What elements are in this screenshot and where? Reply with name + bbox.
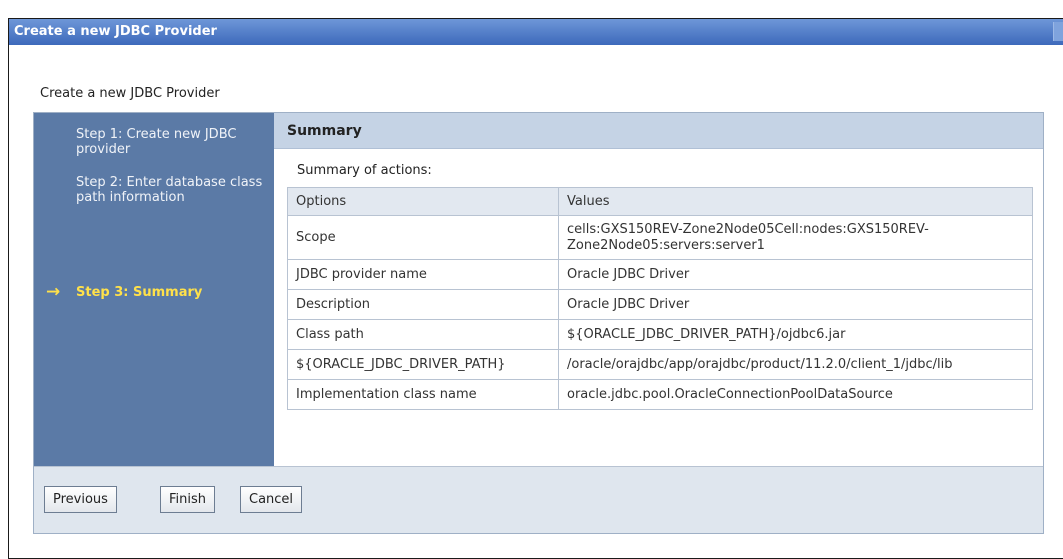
option-cell: Class path	[287, 319, 559, 350]
window-title: Create a new JDBC Provider	[14, 24, 217, 39]
summary-actions-label: Summary of actions:	[297, 163, 432, 178]
summary-title: Summary	[274, 113, 1043, 149]
table-row: Class path ${ORACLE_JDBC_DRIVER_PATH}/oj…	[287, 319, 1033, 350]
summary-table: Options Values Scope cells:GXS150REV-Zon…	[287, 187, 1033, 410]
value-cell: ${ORACLE_JDBC_DRIVER_PATH}/ojdbc6.jar	[558, 319, 1033, 350]
cancel-button[interactable]: Cancel	[240, 486, 303, 513]
value-cell: Oracle JDBC Driver	[558, 289, 1033, 320]
column-header-options: Options	[287, 187, 559, 216]
page-heading: Create a new JDBC Provider	[40, 86, 220, 101]
table-row: ${ORACLE_JDBC_DRIVER_PATH} /oracle/orajd…	[287, 349, 1033, 380]
minimize-icon[interactable]	[1053, 22, 1063, 41]
table-header-row: Options Values	[287, 187, 1033, 216]
summary-panel: Summary Summary of actions: Options Valu…	[274, 113, 1043, 466]
column-header-values: Values	[558, 187, 1033, 216]
wizard-frame: Step 1: Create new JDBC provider Step 2:…	[33, 112, 1044, 534]
step-1-label: Step 1: Create new JDBC provider	[76, 127, 237, 157]
previous-button[interactable]: Previous	[44, 486, 117, 513]
value-cell: Oracle JDBC Driver	[558, 259, 1033, 290]
step-3-label: Step 3: Summary	[76, 285, 203, 300]
value-cell: /oracle/orajdbc/app/orajdbc/product/11.2…	[558, 349, 1033, 380]
option-cell: ${ORACLE_JDBC_DRIVER_PATH}	[287, 349, 559, 380]
table-row: Scope cells:GXS150REV-Zone2Node05Cell:no…	[287, 215, 1033, 260]
option-cell: JDBC provider name	[287, 259, 559, 290]
table-row: Description Oracle JDBC Driver	[287, 289, 1033, 320]
steps-panel: Step 1: Create new JDBC provider Step 2:…	[34, 113, 274, 466]
option-cell: Scope	[287, 215, 559, 260]
wizard-window: Create a new JDBC Provider Create a new …	[8, 18, 1063, 559]
window-title-bar: Create a new JDBC Provider	[9, 19, 1063, 45]
option-cell: Description	[287, 289, 559, 320]
button-bar: Previous Finish Cancel	[34, 466, 1043, 533]
option-cell: Implementation class name	[287, 379, 559, 410]
step-2-label: Step 2: Enter database class path inform…	[76, 175, 263, 205]
table-row: Implementation class name oracle.jdbc.po…	[287, 379, 1033, 410]
value-cell: oracle.jdbc.pool.OracleConnectionPoolDat…	[558, 379, 1033, 410]
arrow-right-icon: →	[46, 282, 61, 302]
value-cell: cells:GXS150REV-Zone2Node05Cell:nodes:GX…	[558, 215, 1033, 260]
table-row: JDBC provider name Oracle JDBC Driver	[287, 259, 1033, 290]
finish-button[interactable]: Finish	[160, 486, 216, 513]
